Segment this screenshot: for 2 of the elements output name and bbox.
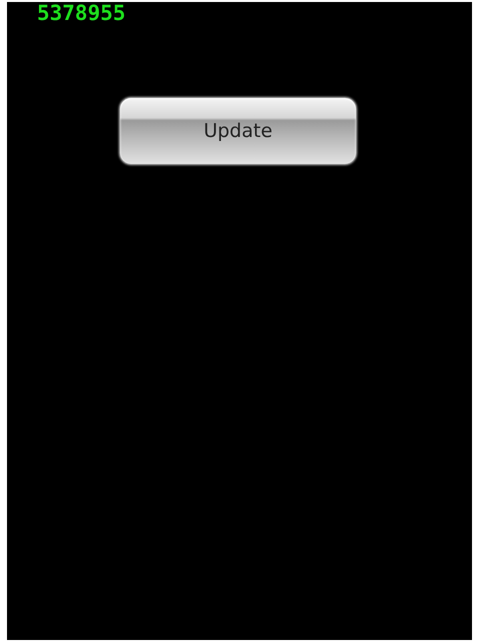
update-button[interactable]: Update xyxy=(119,97,357,165)
counter-readout: 5378955 xyxy=(36,2,127,24)
